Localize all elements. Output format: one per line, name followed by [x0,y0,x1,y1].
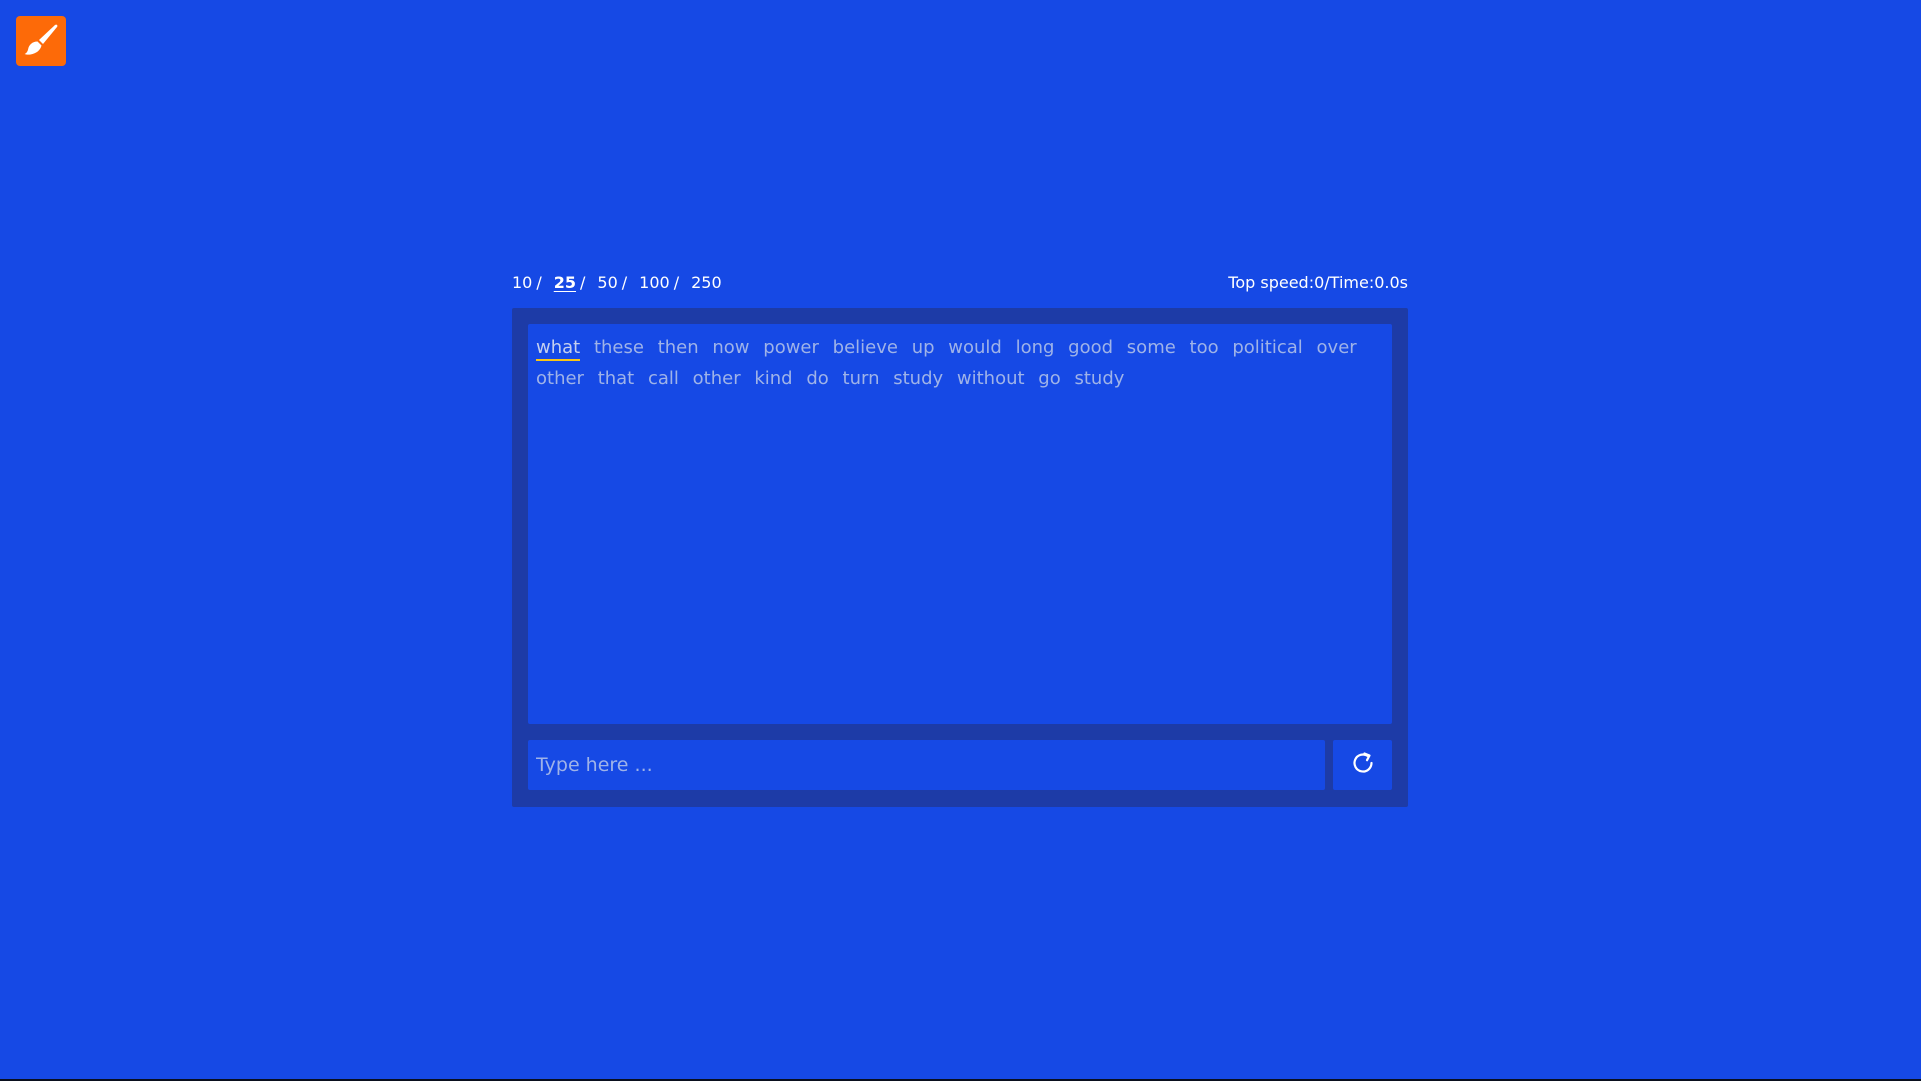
words-display: what these then now power believe up wou… [528,324,1392,724]
word: power [763,337,819,358]
word: other [536,368,584,389]
word-count-separator: / [673,272,680,292]
reset-button[interactable] [1333,740,1392,790]
word: without [956,368,1025,389]
typing-input[interactable] [528,740,1325,790]
word-count-separator: / [580,272,586,292]
word: study [1074,368,1125,389]
word: over [1316,337,1357,358]
word: call [647,368,679,389]
logo-button[interactable] [16,16,66,66]
input-row [528,740,1392,790]
word: that [597,368,635,389]
word: go [1038,368,1061,389]
typing-panel: what these then now power believe up wou… [512,308,1408,807]
word-count-option: 25/ [554,273,598,292]
word: good [1068,337,1114,358]
word-count-option: 100/ [639,273,691,292]
current-word: what [536,336,581,361]
top-speed-label: Top speed: [1228,272,1315,292]
word: then [657,337,699,358]
word-count-10-link[interactable]: 10 [512,273,532,292]
word-count-selector: 10/25/50/100/250 [512,273,722,292]
word: would [948,337,1002,358]
top-bar: 10/25/50/100/250 Top speed: 0 / Time: 0.… [512,268,1408,296]
word: kind [754,368,793,389]
word-count-option: 10/ [512,273,554,292]
word: do [806,368,829,389]
word: long [1015,337,1055,358]
stats: Top speed: 0 / Time: 0.0s [1228,273,1408,292]
time-value: 0.0s [1374,272,1408,292]
word: now [712,337,750,358]
word-count-option: 250 [691,273,722,292]
top-speed-value: 0 [1314,272,1325,292]
paintbrush-icon [22,22,60,60]
word: turn [842,368,880,389]
typing-test-app: 10/25/50/100/250 Top speed: 0 / Time: 0.… [512,268,1408,807]
refresh-icon [1350,750,1376,780]
word: other [692,368,741,389]
word-count-100-link[interactable]: 100 [639,273,670,292]
word: political [1232,337,1303,358]
word-count-separator: / [536,272,542,292]
word-count-50-link[interactable]: 50 [597,273,617,292]
word: believe [832,337,898,358]
word: too [1189,337,1219,358]
word-count-250-link[interactable]: 250 [691,273,722,292]
time-label: Time: [1329,272,1375,292]
word: some [1126,337,1176,358]
word-count-option: 50/ [597,273,639,292]
word: up [911,337,935,358]
word-count-separator: / [621,272,628,292]
word: study [893,368,944,389]
word-count-25-link[interactable]: 25 [554,273,576,292]
word: these [593,337,644,358]
